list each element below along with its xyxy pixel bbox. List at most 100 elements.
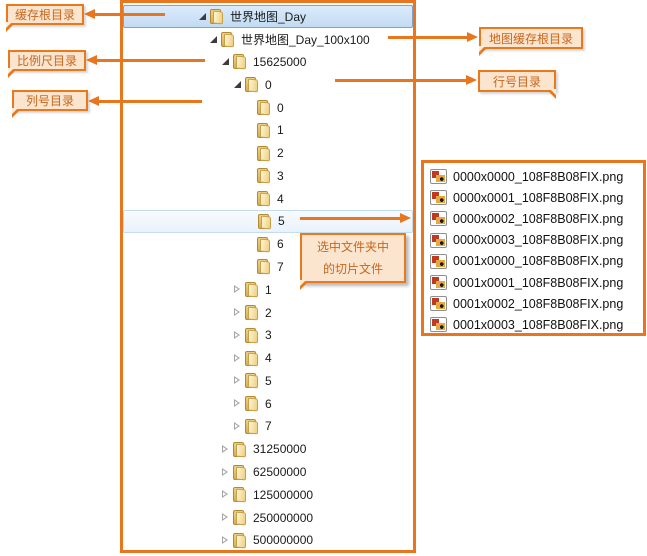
arrow-line-column-dir xyxy=(99,100,202,103)
tree-item-label: 2 xyxy=(265,306,272,320)
tree-item-label: 62500000 xyxy=(253,465,306,479)
expand-triangle-icon[interactable] xyxy=(220,56,231,67)
collapse-triangle-icon[interactable] xyxy=(232,284,243,295)
tree-item-column-selected[interactable]: 5 xyxy=(123,210,413,233)
folder-icon xyxy=(258,214,272,229)
arrowhead-row-dir-icon xyxy=(466,75,477,85)
tree-item-label: 6 xyxy=(265,397,272,411)
screenshot-stage: 世界地图_Day 世界地图_Day_100x100 15625000 0 0 1 xyxy=(0,0,647,556)
file-item[interactable]: 0001x0001_108F8B08FIX.png xyxy=(430,272,643,293)
tree-item-row-dir[interactable]: 4 xyxy=(123,347,413,370)
expand-triangle-icon[interactable] xyxy=(208,34,219,45)
callout-cache-root-label: 缓存根目录 xyxy=(15,6,75,23)
file-item[interactable]: 0000x0000_108F8B08FIX.png xyxy=(430,166,643,187)
expand-triangle-icon[interactable] xyxy=(232,79,243,90)
folder-icon xyxy=(233,487,247,502)
file-item[interactable]: 0000x0002_108F8B08FIX.png xyxy=(430,208,643,229)
collapse-triangle-icon[interactable] xyxy=(232,375,243,386)
tree-item-column[interactable]: 3 xyxy=(123,164,413,187)
folder-icon xyxy=(257,100,271,115)
tree-item-map-cache-root[interactable]: 世界地图_Day_100x100 xyxy=(123,28,413,51)
tree-item-cache-root[interactable]: 世界地图_Day xyxy=(123,5,413,28)
image-file-icon xyxy=(430,317,447,332)
folder-icon xyxy=(245,396,259,411)
tree-item-scale[interactable]: 125000000 xyxy=(123,483,413,506)
tree-item-row-dir[interactable]: 6 xyxy=(123,392,413,415)
file-name: 0001x0002_108F8B08FIX.png xyxy=(453,297,623,311)
no-triangle-spacer xyxy=(244,102,255,113)
callout-row-dir: 行号目录 xyxy=(478,70,556,92)
folder-icon xyxy=(210,9,224,24)
tree-item-label: 世界地图_Day xyxy=(230,8,306,25)
tree-item-label: 4 xyxy=(277,192,284,206)
file-name: 0000x0003_108F8B08FIX.png xyxy=(453,233,623,247)
file-name: 0000x0001_108F8B08FIX.png xyxy=(453,191,623,205)
image-file-icon xyxy=(430,254,447,269)
arrow-line-scale-dir xyxy=(97,59,205,62)
file-name: 0001x0001_108F8B08FIX.png xyxy=(453,276,623,290)
folder-icon xyxy=(257,237,271,252)
folder-icon xyxy=(257,168,271,183)
tree-item-row-dir[interactable]: 2 xyxy=(123,301,413,324)
tree-item-label: 3 xyxy=(277,169,284,183)
tree-item-row-dir[interactable]: 0 xyxy=(123,73,413,96)
arrowhead-scale-dir-icon xyxy=(86,55,97,65)
no-triangle-spacer xyxy=(244,261,255,272)
no-triangle-spacer xyxy=(244,125,255,136)
tree-item-column[interactable]: 4 xyxy=(123,187,413,210)
file-name: 0001x0003_108F8B08FIX.png xyxy=(453,318,623,332)
folder-icon xyxy=(257,123,271,138)
callout-scale-dir-label: 比例尺目录 xyxy=(17,52,77,69)
collapse-triangle-icon[interactable] xyxy=(220,512,231,523)
tree-item-scale[interactable]: 500000000 xyxy=(123,529,413,552)
tree-item-column[interactable]: 2 xyxy=(123,142,413,165)
folder-icon xyxy=(221,32,235,47)
tree-item-scale[interactable]: 250000000 xyxy=(123,506,413,529)
folder-icon xyxy=(257,259,271,274)
file-item[interactable]: 0000x0001_108F8B08FIX.png xyxy=(430,187,643,208)
image-file-icon xyxy=(430,275,447,290)
arrowhead-cache-root-icon xyxy=(84,9,95,19)
folder-icon xyxy=(233,510,247,525)
tree-item-label: 6 xyxy=(277,237,284,251)
collapse-triangle-icon[interactable] xyxy=(232,421,243,432)
tree-item-label: 5 xyxy=(265,374,272,388)
collapse-triangle-icon[interactable] xyxy=(220,467,231,478)
expand-triangle-icon[interactable] xyxy=(197,11,208,22)
folder-icon xyxy=(245,77,259,92)
tree-item-label: 250000000 xyxy=(253,511,313,525)
file-item[interactable]: 0001x0003_108F8B08FIX.png xyxy=(430,314,643,335)
folder-icon xyxy=(245,419,259,434)
file-name: 0000x0002_108F8B08FIX.png xyxy=(453,212,623,226)
collapse-triangle-icon[interactable] xyxy=(220,489,231,500)
tree-item-label: 500000000 xyxy=(253,533,313,547)
callout-cache-root: 缓存根目录 xyxy=(6,4,84,25)
collapse-triangle-icon[interactable] xyxy=(220,444,231,455)
image-file-icon xyxy=(430,169,447,184)
callout-column-dir: 列号目录 xyxy=(12,90,88,111)
collapse-triangle-icon[interactable] xyxy=(232,307,243,318)
tree-item-row-dir[interactable]: 3 xyxy=(123,324,413,347)
file-item[interactable]: 0001x0002_108F8B08FIX.png xyxy=(430,293,643,314)
no-triangle-spacer xyxy=(244,148,255,159)
file-item[interactable]: 0001x0000_108F8B08FIX.png xyxy=(430,251,643,272)
tree-item-scale[interactable]: 31250000 xyxy=(123,438,413,461)
collapse-triangle-icon[interactable] xyxy=(232,353,243,364)
tree-item-scale[interactable]: 62500000 xyxy=(123,461,413,484)
tree-item-label: 0 xyxy=(277,101,284,115)
callout-selected-tiles-line2: 的切片文件 xyxy=(323,258,383,280)
tree-item-column[interactable]: 1 xyxy=(123,119,413,142)
image-file-icon xyxy=(430,296,447,311)
file-item[interactable]: 0000x0003_108F8B08FIX.png xyxy=(430,230,643,251)
tree-item-row-dir[interactable]: 7 xyxy=(123,415,413,438)
folder-icon xyxy=(245,328,259,343)
collapse-triangle-icon[interactable] xyxy=(232,398,243,409)
folder-icon xyxy=(233,54,247,69)
callout-scale-dir: 比例尺目录 xyxy=(8,50,86,71)
collapse-triangle-icon[interactable] xyxy=(220,535,231,546)
folder-icon xyxy=(233,533,247,548)
tree-item-row-dir[interactable]: 5 xyxy=(123,370,413,393)
folder-icon xyxy=(245,305,259,320)
arrow-line-cache-root xyxy=(95,13,165,16)
collapse-triangle-icon[interactable] xyxy=(232,330,243,341)
